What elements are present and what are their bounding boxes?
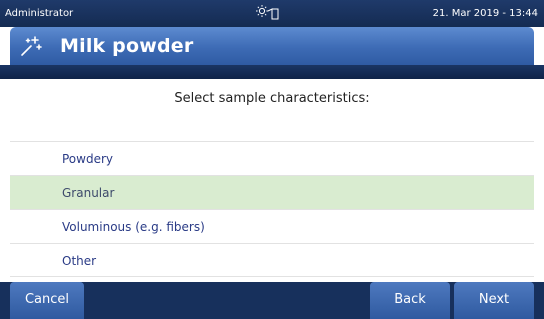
sparkle-wand-icon: [21, 36, 42, 56]
cancel-button[interactable]: Cancel: [10, 282, 84, 319]
next-button[interactable]: Next: [454, 282, 534, 319]
current-user: Administrator: [5, 8, 74, 19]
option-granular[interactable]: Granular: [10, 175, 534, 209]
title-bar: Milk powder: [10, 27, 534, 65]
sample-characteristics-list: Powdery Granular Voluminous (e.g. fibers…: [10, 141, 534, 277]
option-powdery[interactable]: Powdery: [10, 141, 534, 175]
bottom-action-bar: Cancel Back Next: [0, 282, 544, 319]
screen: Administrator 21. Mar 2019 - 13:44 Milk …: [0, 0, 544, 319]
back-button[interactable]: Back: [370, 282, 450, 319]
page-title: Milk powder: [60, 35, 194, 57]
title-underline-band: [0, 65, 544, 79]
status-bar: Administrator 21. Mar 2019 - 13:44: [0, 0, 544, 27]
light-door-icon: [256, 5, 279, 20]
instruction-text: Select sample characteristics:: [174, 91, 370, 106]
option-other[interactable]: Other: [10, 243, 534, 277]
date-time: 21. Mar 2019 - 13:44: [432, 8, 538, 19]
option-voluminous[interactable]: Voluminous (e.g. fibers): [10, 209, 534, 243]
